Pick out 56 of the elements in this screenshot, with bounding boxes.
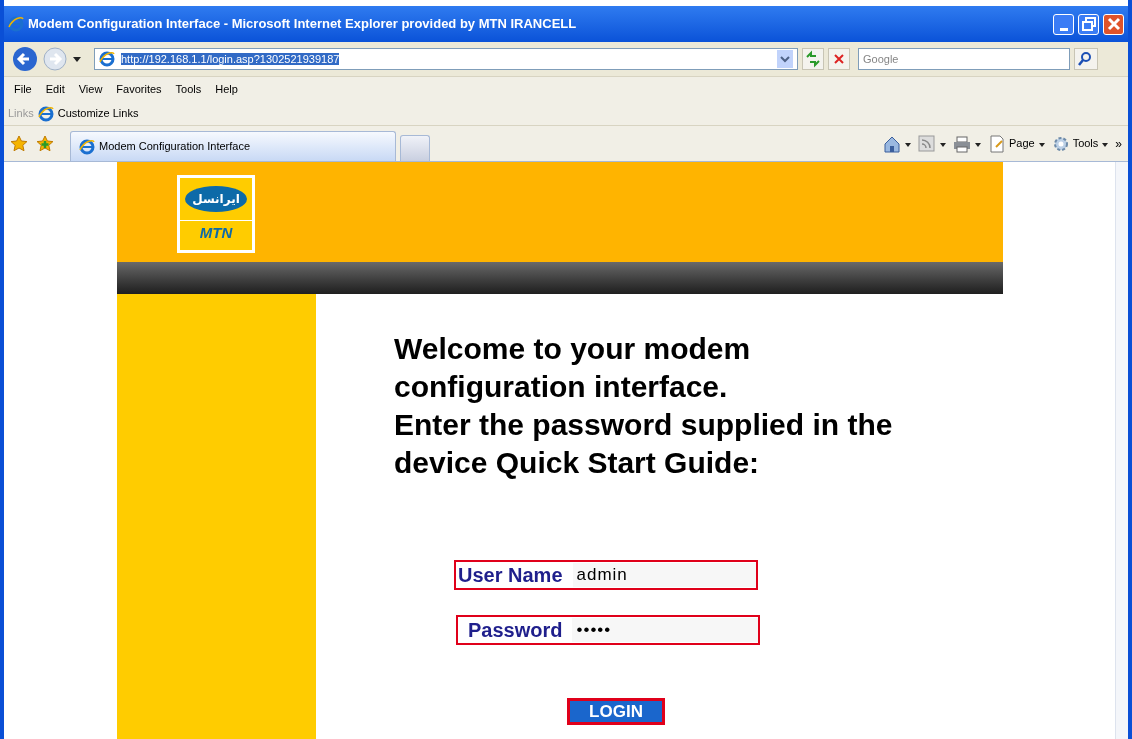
welcome-text: configuration interface. (394, 369, 729, 405)
button-label: Tools (1072, 136, 1099, 152)
search-field[interactable]: Google (858, 48, 1070, 70)
scrollbar[interactable] (1115, 162, 1128, 739)
menu-item[interactable]: Edit (45, 81, 65, 98)
page-icon (99, 51, 115, 67)
star-icon[interactable] (10, 134, 28, 153)
address-text: http://192.168.1.1/login.asp?1302521939187 (120, 51, 341, 67)
address-field[interactable]: http://192.168.1.1/login.asp?1302521939187 (94, 48, 798, 70)
links-label: Links (8, 106, 34, 122)
link-item[interactable]: Customize Links (57, 105, 139, 122)
logo-text: MTN (199, 225, 233, 240)
stop-button[interactable] (828, 48, 850, 70)
browser-logo-icon (8, 16, 24, 32)
field-label: User Name (458, 563, 563, 588)
printer-icon (952, 134, 971, 153)
welcome-text: Welcome to your modem (394, 331, 752, 367)
menu-item[interactable]: Help (215, 81, 238, 98)
button-label: Page (1008, 136, 1035, 152)
logo-persian-text: ایرانسل (185, 186, 247, 212)
menu-item[interactable]: Tools (175, 81, 202, 98)
login-field[interactable]: User Name admin (454, 560, 758, 590)
minimize-icon (1059, 27, 1068, 31)
login-field[interactable]: Password ••••• (456, 615, 760, 645)
menu-item[interactable]: View (78, 81, 103, 98)
page-menu-button[interactable]: Page (987, 134, 1046, 153)
feed-icon (917, 134, 936, 153)
page-icon (987, 134, 1006, 153)
page-icon (37, 105, 54, 122)
welcome-text: device Quick Start Guide: (394, 445, 761, 481)
close-button[interactable] (1103, 13, 1124, 35)
welcome-text: Enter the password supplied in the (394, 407, 893, 443)
refresh-button[interactable] (802, 48, 824, 70)
back-button[interactable] (12, 46, 38, 72)
tools-menu-button[interactable]: Tools (1051, 134, 1110, 153)
page-icon (79, 138, 95, 155)
dropdown-caret-icon[interactable] (72, 54, 82, 64)
browser-tab[interactable]: Modem Configuration Interface (70, 131, 396, 161)
window-title: Modem Configuration Interface - Microsoft Internet Explorer provided by MTN IRANCELL (28, 15, 578, 34)
login-button[interactable]: LOGIN (567, 698, 665, 725)
field-value: ••••• (572, 618, 758, 642)
print-button[interactable] (952, 134, 982, 153)
overflow-chevron[interactable]: » (1115, 134, 1122, 153)
gear-icon (1051, 134, 1070, 153)
minimize-button[interactable] (1053, 13, 1074, 35)
menu-item[interactable]: File (14, 81, 32, 98)
restore-icon (1079, 15, 1098, 33)
home-icon (882, 134, 901, 153)
search-icon[interactable] (1074, 48, 1098, 70)
menu-item[interactable]: Favorites (116, 81, 162, 98)
add-favorite-icon[interactable] (36, 134, 54, 153)
home-button[interactable] (882, 134, 912, 153)
field-label: Password (468, 618, 563, 643)
feeds-button[interactable] (917, 134, 947, 153)
restore-button[interactable] (1078, 13, 1099, 35)
field-value: admin (572, 563, 756, 587)
